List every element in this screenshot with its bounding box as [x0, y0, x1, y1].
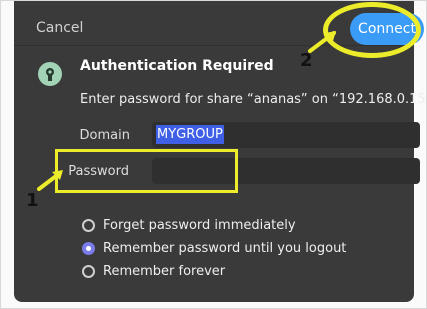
option-label: Forget password immediately	[103, 217, 296, 233]
domain-value: MYGROUP	[156, 125, 224, 144]
step-2-label: 2	[300, 50, 313, 71]
step-1-label: 1	[26, 190, 39, 211]
connect-button[interactable]: Connect	[350, 13, 424, 45]
password-field[interactable]	[152, 158, 420, 184]
radio-button[interactable]	[82, 218, 95, 232]
domain-field[interactable]: MYGROUP	[152, 122, 420, 148]
dialog-message: Enter password for share “ananas” on “19…	[80, 92, 427, 107]
radio-button-checked[interactable]	[82, 241, 95, 255]
option-label: Remember forever	[103, 263, 226, 279]
header-divider	[14, 45, 414, 46]
cancel-button[interactable]: Cancel	[34, 17, 85, 39]
option-forget-immediately[interactable]: Forget password immediately	[82, 216, 296, 234]
option-remember-until-logout[interactable]: Remember password until you logout	[82, 239, 346, 257]
domain-label: Domain	[79, 128, 130, 143]
option-label: Remember password until you logout	[103, 240, 347, 256]
option-remember-forever[interactable]: Remember forever	[82, 262, 225, 280]
radio-button[interactable]	[82, 264, 95, 278]
password-label: Password	[68, 164, 129, 179]
dialog-title: Authentication Required	[80, 58, 274, 74]
lock-icon	[38, 62, 62, 86]
